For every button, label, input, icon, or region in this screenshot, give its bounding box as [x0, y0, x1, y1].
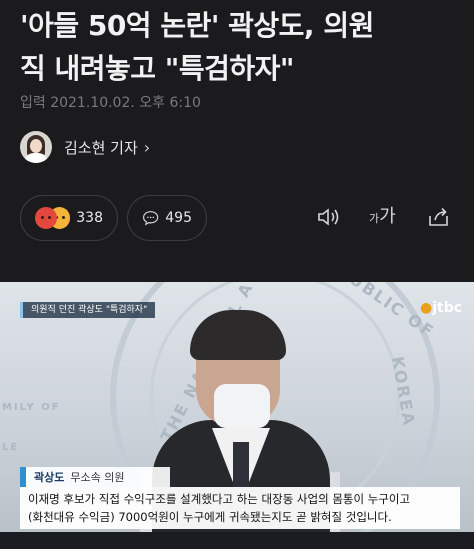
quote-line-1: 이재명 후보가 직접 수익구조를 설계했다고 하는 대장동 사업의 몸통이 누구…: [28, 492, 411, 506]
speaker-role: 무소속 의원: [70, 471, 125, 484]
share-button[interactable]: [426, 205, 452, 229]
quote-line-2: (화천대유 수익금) 7000억원이 누구에게 귀속됐는지도 곧 밝혀질 것입니…: [28, 510, 392, 524]
reaction-count: 338: [76, 210, 103, 226]
comment-count: 495: [165, 210, 192, 226]
news-video[interactable]: THE NATIONAL A PUBLIC OF KOREA MILY OF L…: [0, 282, 474, 549]
face-mask: [214, 384, 270, 428]
video-topic-tag: 의원직 던진 곽상도 "특검하자": [20, 302, 156, 318]
comment-icon: [142, 211, 159, 226]
text-to-speech-button[interactable]: [316, 205, 342, 229]
reactions-button[interactable]: 338: [20, 195, 118, 241]
reporter-name: 김소현 기자: [64, 138, 138, 157]
reporter-link[interactable]: 김소현 기자 ›: [20, 130, 150, 164]
quote-box: 이재명 후보가 직접 수익구조를 설계했다고 하는 대장동 사업의 몸통이 누구…: [20, 487, 460, 529]
speaker-label: 곽상도 무소속 의원: [20, 467, 170, 487]
wall-text-left-2: LE: [2, 442, 20, 453]
speaker-icon: [318, 208, 339, 226]
font-size-button[interactable]: 가가: [369, 205, 396, 229]
publish-date: 입력 2021.10.02. 오후 6:10: [20, 95, 201, 111]
comments-button[interactable]: 495: [127, 195, 207, 241]
speaker-name: 곽상도: [34, 471, 65, 484]
headline-line-1: '아들 50억 논란' 곽상도, 의원: [20, 9, 374, 42]
font-size-icon: 가가: [369, 206, 396, 227]
reporter-avatar: [20, 131, 52, 163]
share-icon: [429, 207, 448, 226]
wall-text-left: MILY OF: [2, 402, 61, 413]
article-header: '아들 50억 논란' 곽상도, 의원 직 내려놓고 "특검하자" 입력 202…: [0, 0, 474, 282]
headline: '아들 50억 논란' 곽상도, 의원 직 내려놓고 "특검하자": [20, 4, 460, 90]
headline-line-2: 직 내려놓고 "특검하자": [20, 52, 295, 85]
broadcaster-logo: ●jtbc: [420, 300, 463, 316]
chevron-right-icon: ›: [143, 137, 151, 157]
lower-third-caption: 곽상도 무소속 의원 이재명 후보가 직접 수익구조를 설계했다고 하는 대장동…: [20, 467, 460, 529]
reaction-angry-icon: [35, 207, 57, 229]
